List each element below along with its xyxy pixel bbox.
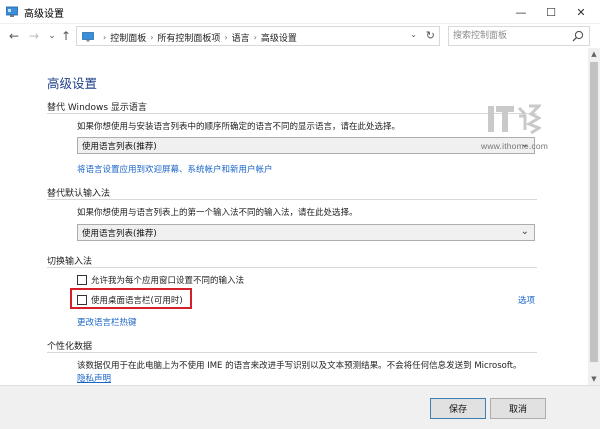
search-icon[interactable]: [572, 30, 584, 42]
per-app-input-option[interactable]: 允许我为每个应用窗口设置不同的输入法: [77, 274, 244, 286]
personalization-description: 该数据仅用于在此电脑上为不使用 IME 的语言来改进手写识别以及文本预测结果。不…: [77, 361, 522, 371]
breadcrumb-control-panel[interactable]: 控制面板: [110, 31, 146, 44]
display-language-description: 如果你想使用与安装语言列表中的顺序所确定的语言不同的显示语言，请在此处选择。: [77, 122, 401, 132]
up-button[interactable]: ↑: [58, 28, 74, 44]
privacy-statement-link[interactable]: 隐私声明: [77, 372, 111, 384]
forward-button[interactable]: →: [26, 28, 42, 44]
address-bar[interactable]: › 控制面板 › 所有控制面板项 › 语言 › 高级设置 ⌄ ↻: [76, 26, 440, 46]
navigation-bar: ← → ⌄ ↑ › 控制面板 › 所有控制面板项 › 语言 › 高级设置 ⌄ ↻: [0, 24, 600, 48]
section-divider: [47, 352, 537, 353]
display-language-heading: 替代 Windows 显示语言: [47, 103, 147, 113]
scrollbar-thumb[interactable]: [590, 62, 598, 362]
change-hotkey-link[interactable]: 更改语言栏热键: [77, 316, 137, 328]
breadcrumb: › 控制面板 › 所有控制面板项 › 语言 › 高级设置: [99, 31, 297, 44]
default-input-heading: 替代默认输入法: [47, 189, 111, 199]
switch-input-heading: 切换输入法: [47, 257, 93, 267]
cancel-button[interactable]: 取消: [490, 398, 546, 419]
maximize-button[interactable]: ☐: [536, 0, 566, 24]
window-title: 高级设置: [24, 9, 64, 20]
scroll-up-arrow-icon[interactable]: ▲: [588, 48, 600, 60]
scroll-down-arrow-icon[interactable]: ▼: [588, 373, 600, 385]
section-divider: [47, 267, 537, 268]
breadcrumb-language[interactable]: 语言: [232, 31, 250, 44]
search-input[interactable]: [453, 29, 571, 43]
minimize-button[interactable]: —: [506, 0, 536, 24]
breadcrumb-separator-icon[interactable]: ›: [150, 33, 153, 42]
section-divider: [47, 113, 537, 114]
control-panel-icon: [6, 6, 18, 17]
ithome-logo-icon: [488, 104, 541, 135]
control-panel-folder-icon: [82, 32, 94, 42]
apply-language-settings-link[interactable]: 将语言设置应用到欢迎屏幕、系统帐户和新用户帐户: [77, 163, 273, 175]
default-input-description: 如果你想使用与语言列表上的第一个输入法不同的输入法，请在此处选择。: [77, 208, 358, 218]
close-button[interactable]: ✕: [566, 0, 596, 24]
display-language-select[interactable]: 使用语言列表(推荐) ⌄: [77, 137, 535, 154]
section-divider: [47, 199, 537, 200]
red-highlight-box: [70, 288, 192, 309]
breadcrumb-separator-icon: ›: [103, 33, 107, 42]
search-box[interactable]: [448, 26, 590, 46]
personalization-heading: 个性化数据: [47, 342, 93, 352]
chevron-down-icon: ⌄: [520, 226, 529, 237]
title-bar: 高级设置 — ☐ ✕: [0, 0, 600, 24]
per-app-input-checkbox[interactable]: [77, 275, 87, 285]
vertical-scrollbar[interactable]: ▲ ▼: [588, 48, 600, 385]
default-input-selected: 使用语言列表(推荐): [82, 229, 157, 239]
page-title: 高级设置: [47, 76, 98, 91]
breadcrumb-all-items[interactable]: 所有控制面板项: [157, 31, 220, 44]
language-bar-options-link[interactable]: 选项: [518, 294, 535, 306]
breadcrumb-advanced-settings[interactable]: 高级设置: [261, 31, 297, 44]
breadcrumb-separator-icon[interactable]: ›: [224, 33, 227, 42]
settings-content: 高级设置 替代 Windows 显示语言 如果你想使用与安装语言列表中的顺序所确…: [0, 48, 600, 385]
default-input-select[interactable]: 使用语言列表(推荐) ⌄: [77, 224, 535, 241]
refresh-icon[interactable]: ↻: [426, 29, 435, 42]
dialog-footer: 保存 取消: [0, 385, 600, 429]
breadcrumb-separator-icon[interactable]: ›: [254, 33, 257, 42]
watermark-url: www.ithome.com: [481, 141, 549, 151]
per-app-input-label[interactable]: 允许我为每个应用窗口设置不同的输入法: [91, 274, 244, 286]
display-language-selected: 使用语言列表(推荐): [82, 142, 157, 152]
save-button[interactable]: 保存: [430, 398, 486, 419]
address-history-chevron-icon[interactable]: ⌄: [410, 30, 417, 39]
back-button[interactable]: ←: [6, 28, 22, 44]
